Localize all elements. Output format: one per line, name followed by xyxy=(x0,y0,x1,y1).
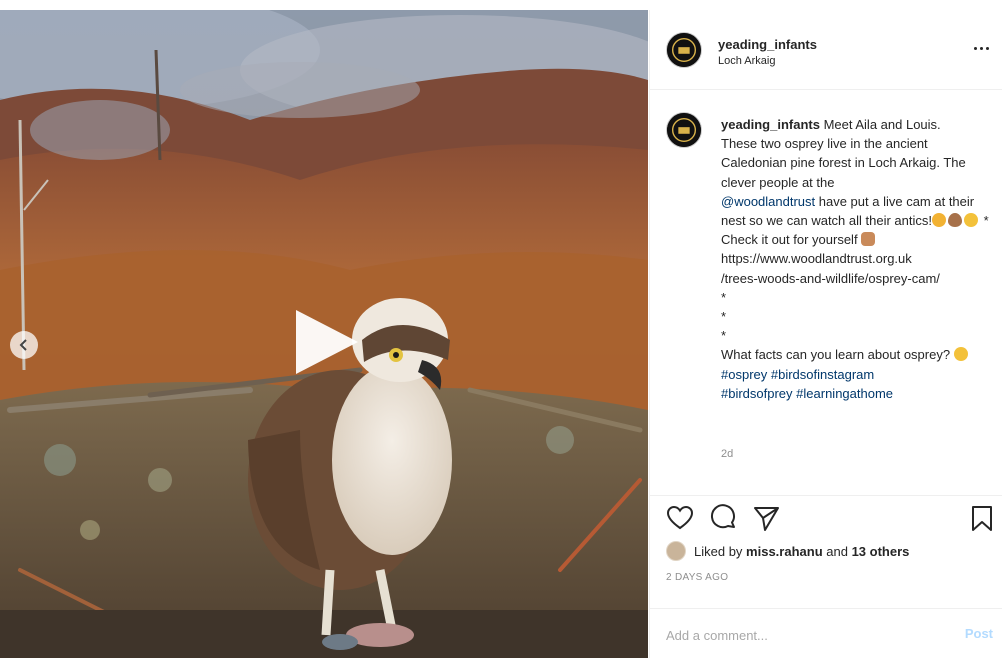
school-logo-icon xyxy=(667,33,701,67)
chevron-left-icon xyxy=(19,339,27,351)
comment-input[interactable] xyxy=(666,625,926,645)
post-caption: yeading_infants Meet Aila and Louis. The… xyxy=(721,115,993,403)
hashtag-link[interactable]: #learningathome xyxy=(796,386,893,401)
pointing-hand-emoji-icon xyxy=(861,232,876,247)
hashtag-link[interactable]: #osprey xyxy=(721,367,767,382)
liker-username[interactable]: miss.rahanu xyxy=(746,544,823,559)
bookmark-icon xyxy=(972,506,992,531)
heart-icon xyxy=(666,505,694,530)
action-bar: Liked by miss.rahanu and 13 others 2 DAY… xyxy=(650,495,1002,658)
share-button[interactable] xyxy=(752,504,780,532)
grinning-face-emoji-icon xyxy=(964,213,978,228)
mention-link[interactable]: @woodlandtrust xyxy=(721,194,815,209)
more-options-button[interactable] xyxy=(969,38,993,58)
like-button[interactable] xyxy=(666,504,694,532)
caption-avatar[interactable] xyxy=(666,112,702,148)
drop-emoji-icon xyxy=(948,213,962,228)
hashtag-link[interactable]: #birdsofinstagram xyxy=(771,367,874,382)
caption-text: What facts can you learn about osprey? xyxy=(721,347,954,363)
post-timestamp: 2 DAYS AGO xyxy=(666,572,729,583)
post-location[interactable]: Loch Arkaig xyxy=(718,55,775,67)
likes-others-link[interactable]: 13 others xyxy=(852,544,910,559)
caption-text: * * * xyxy=(721,289,727,344)
thinking-face-emoji-icon xyxy=(953,347,968,362)
post-media[interactable] xyxy=(0,10,648,658)
likes-and: and xyxy=(822,543,852,559)
more-options-icon xyxy=(985,46,989,50)
comment-bar: Post xyxy=(650,608,1002,659)
caption-area: yeading_infants Meet Aila and Louis. The… xyxy=(650,106,1002,486)
paper-plane-icon xyxy=(754,507,779,531)
crying-face-emoji-icon xyxy=(932,213,946,228)
save-button[interactable] xyxy=(968,504,996,532)
comment-button[interactable] xyxy=(710,504,738,532)
caption-age: 2d xyxy=(721,448,734,460)
more-options-icon xyxy=(979,46,983,50)
likes-prefix: Liked by xyxy=(694,543,747,559)
comment-icon xyxy=(711,504,735,529)
liker-avatar[interactable] xyxy=(666,541,686,561)
school-logo-icon xyxy=(667,113,701,147)
post-comment-button[interactable]: Post xyxy=(965,626,993,641)
likes-summary: Liked by miss.rahanu and 13 others xyxy=(666,540,909,562)
avatar[interactable] xyxy=(666,32,702,68)
caption-url: https://www.woodlandtrust.org.uk /trees-… xyxy=(721,251,940,286)
post-header: yeading_infants Loch Arkaig xyxy=(650,10,1002,90)
hashtag-link[interactable]: #birdsofprey xyxy=(721,386,793,401)
post-panel: yeading_infants Loch Arkaig yeading_infa… xyxy=(649,10,1002,658)
more-options-icon xyxy=(973,46,977,50)
previous-media-button[interactable] xyxy=(10,331,38,359)
play-icon xyxy=(296,310,358,374)
post-username[interactable]: yeading_infants xyxy=(718,37,817,52)
caption-username[interactable]: yeading_infants xyxy=(721,117,820,132)
play-button[interactable] xyxy=(292,306,362,378)
